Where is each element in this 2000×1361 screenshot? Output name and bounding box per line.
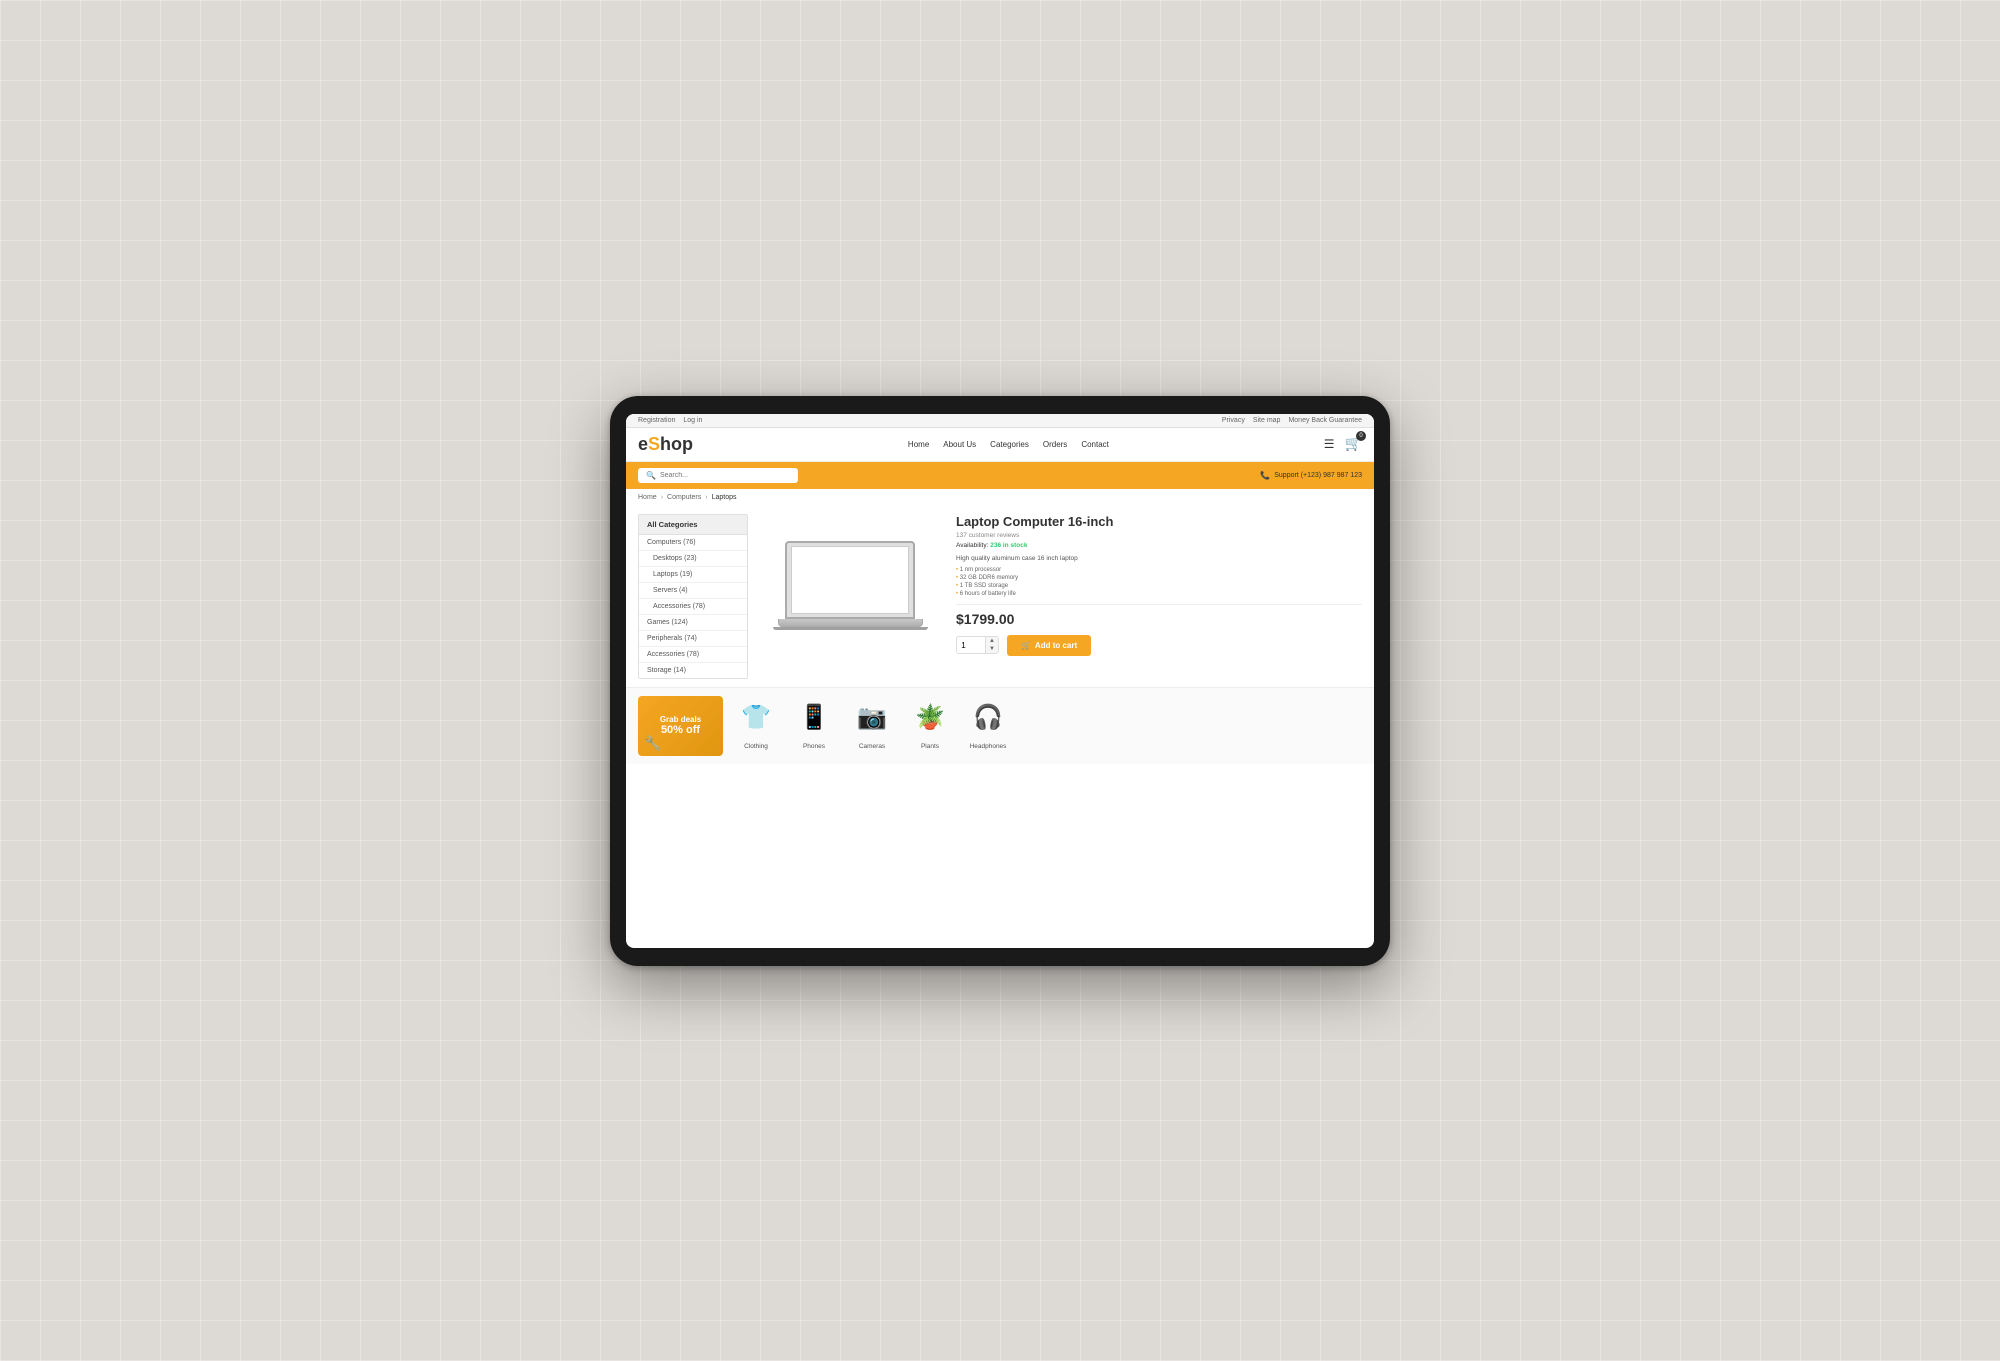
support-number: Support (+123) 987 987 123 [1274, 472, 1362, 479]
nav-about[interactable]: About Us [943, 440, 976, 449]
nav-categories[interactable]: Categories [990, 440, 1029, 449]
sidebar-item-peripherals[interactable]: Peripherals (74) [639, 631, 747, 647]
laptop-image [770, 541, 930, 651]
sidebar-item-servers[interactable]: Servers (4) [639, 583, 747, 599]
product-description: High quality aluminum case 16 inch lapto… [956, 555, 1362, 605]
category-clothing[interactable]: 👕 Clothing [731, 696, 781, 750]
main-header: eShop Home About Us Categories Orders Co… [626, 428, 1374, 462]
in-stock-value: 236 in stock [990, 542, 1027, 549]
nav-home[interactable]: Home [908, 440, 929, 449]
deal-banner[interactable]: Grab deals 50% off 🔧 [638, 696, 723, 756]
product-reviews: 137 customer reviews [956, 532, 1362, 539]
feature-3: 6 hours of battery life [956, 590, 1362, 598]
product-area: Laptop Computer 16-inch 137 customer rev… [760, 514, 1362, 679]
nav-orders[interactable]: Orders [1043, 440, 1067, 449]
breadcrumb: Home › Computers › Laptops [626, 489, 1374, 506]
cart-icon-wrapper[interactable]: 🛒 0 [1345, 435, 1362, 453]
quantity-input[interactable] [957, 638, 985, 653]
main-content: All Categories Computers (76) Desktops (… [626, 506, 1374, 687]
utility-bar-right: Privacy Site map Money Back Guarantee [1222, 417, 1362, 424]
utility-bar-left: Registration Log in [638, 417, 702, 424]
hamburger-icon[interactable]: ☰ [1324, 437, 1335, 451]
deal-discount-text: 50% off [661, 724, 700, 736]
sitemap-link[interactable]: Site map [1253, 417, 1281, 424]
deal-icon: 🔧 [644, 735, 661, 752]
guarantee-link[interactable]: Money Back Guarantee [1288, 417, 1362, 424]
search-icon: 🔍 [646, 471, 656, 480]
breadcrumb-laptops[interactable]: Laptops [712, 494, 737, 501]
search-input[interactable] [660, 472, 790, 479]
search-input-wrapper: 🔍 [638, 468, 798, 483]
product-title: Laptop Computer 16-inch [956, 514, 1362, 529]
breadcrumb-sep-2: › [705, 494, 707, 501]
category-label-headphones: Headphones [970, 743, 1007, 750]
bottom-section: Grab deals 50% off 🔧 👕 Clothing 📱 Phones [626, 687, 1374, 764]
support-text: 📞 Support (+123) 987 987 123 [1260, 471, 1362, 480]
sidebar-item-laptops[interactable]: Laptops (19) [639, 567, 747, 583]
category-cameras[interactable]: 📷 Cameras [847, 696, 897, 750]
add-to-cart-button[interactable]: 🛒 Add to cart [1007, 635, 1091, 656]
category-icon-cameras: 📷 [850, 696, 894, 740]
categories-strip: Grab deals 50% off 🔧 👕 Clothing 📱 Phones [638, 696, 1362, 756]
product-price: $1799.00 [956, 611, 1362, 627]
category-label-plants: Plants [921, 743, 939, 750]
sidebar-item-accessories2[interactable]: Accessories (78) [639, 647, 747, 663]
availability: Availability: 236 in stock [956, 542, 1362, 549]
feature-list: 1 nm processor 32 GB DDR6 memory 1 TB SS… [956, 566, 1362, 598]
category-icon-headphones: 🎧 [966, 696, 1010, 740]
breadcrumb-computers[interactable]: Computers [667, 494, 701, 501]
sidebar-item-computers[interactable]: Computers (76) [639, 535, 747, 551]
sidebar-item-storage[interactable]: Storage (14) [639, 663, 747, 678]
login-link[interactable]: Log in [683, 417, 702, 424]
quantity-wrapper: ▲ ▼ [956, 636, 999, 654]
search-bar: 🔍 📞 Support (+123) 987 987 123 [626, 462, 1374, 489]
add-to-cart-section: ▲ ▼ 🛒 Add to cart [956, 635, 1362, 656]
laptop-screen-inner [791, 546, 909, 614]
cart-button-icon: 🛒 [1021, 641, 1031, 650]
add-to-cart-label: Add to cart [1035, 641, 1077, 650]
logo[interactable]: eShop [638, 434, 693, 455]
product-desc-text: High quality aluminum case 16 inch lapto… [956, 555, 1078, 562]
quantity-down-button[interactable]: ▼ [986, 645, 998, 653]
cart-badge: 0 [1356, 431, 1366, 441]
deal-grab-text: Grab deals [660, 715, 701, 724]
category-icon-phones: 📱 [792, 696, 836, 740]
header-icons: ☰ 🛒 0 [1324, 435, 1362, 453]
quantity-up-button[interactable]: ▲ [986, 637, 998, 645]
sidebar-all-categories[interactable]: All Categories [638, 514, 748, 535]
phone-icon: 📞 [1260, 471, 1270, 480]
product-image-section [760, 514, 940, 679]
feature-2: 1 TB SSD storage [956, 582, 1362, 590]
category-headphones[interactable]: 🎧 Headphones [963, 696, 1013, 750]
laptop-base [778, 619, 923, 627]
breadcrumb-home[interactable]: Home [638, 494, 657, 501]
sidebar-item-desktops[interactable]: Desktops (23) [639, 551, 747, 567]
feature-0: 1 nm processor [956, 566, 1362, 574]
sidebar: All Categories Computers (76) Desktops (… [638, 514, 748, 679]
utility-bar: Registration Log in Privacy Site map Mon… [626, 414, 1374, 428]
tablet-screen: Registration Log in Privacy Site map Mon… [626, 414, 1374, 948]
sidebar-item-accessories[interactable]: Accessories (78) [639, 599, 747, 615]
category-icon-plants: 🪴 [908, 696, 952, 740]
breadcrumb-sep-1: › [661, 494, 663, 501]
registration-link[interactable]: Registration [638, 417, 675, 424]
laptop-screen-outer [785, 541, 915, 619]
quantity-controls: ▲ ▼ [985, 637, 998, 653]
privacy-link[interactable]: Privacy [1222, 417, 1245, 424]
main-nav: Home About Us Categories Orders Contact [908, 440, 1109, 449]
product-info: Laptop Computer 16-inch 137 customer rev… [956, 514, 1362, 679]
category-phones[interactable]: 📱 Phones [789, 696, 839, 750]
feature-1: 32 GB DDR6 memory [956, 574, 1362, 582]
sidebar-menu: Computers (76) Desktops (23) Laptops (19… [638, 535, 748, 679]
tablet-frame: Registration Log in Privacy Site map Mon… [610, 396, 1390, 966]
category-label-cameras: Cameras [859, 743, 885, 750]
laptop-bottom [773, 627, 928, 630]
category-icon-clothing: 👕 [734, 696, 778, 740]
category-label-phones: Phones [803, 743, 825, 750]
availability-label: Availability: [956, 542, 988, 549]
category-plants[interactable]: 🪴 Plants [905, 696, 955, 750]
nav-contact[interactable]: Contact [1081, 440, 1109, 449]
category-label-clothing: Clothing [744, 743, 768, 750]
sidebar-item-games[interactable]: Games (124) [639, 615, 747, 631]
